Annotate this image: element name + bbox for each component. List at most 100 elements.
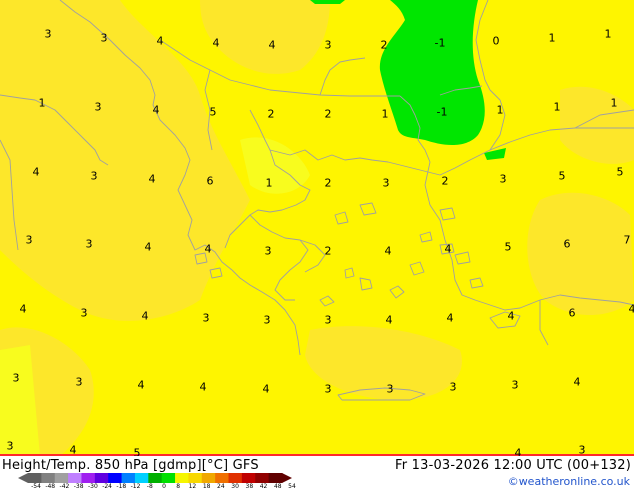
contour-value-label: 3 <box>387 384 394 395</box>
contour-value-label: 7 <box>624 235 631 246</box>
footer-bar: Height/Temp. 850 hPa [gdmp][°C] GFS Fr 1… <box>0 456 634 490</box>
contour-value-label: 3 <box>325 315 332 326</box>
contour-value-label: 5 <box>617 167 624 178</box>
scale-tick-label: 30 <box>231 484 239 490</box>
contour-value-label: 1 <box>611 98 618 109</box>
contour-value-label: 4 <box>205 244 212 255</box>
contour-value-label: 2 <box>442 176 449 187</box>
color-scale-ticks: -54-48-42-38-30-24-18-12-808121824303842… <box>18 484 294 492</box>
scale-tick-label: -54 <box>31 484 41 490</box>
contour-value-label: 4 <box>385 246 392 257</box>
scale-swatch <box>68 473 82 483</box>
contour-value-label: 4 <box>157 36 164 47</box>
scale-swatch <box>81 473 95 483</box>
contour-value-label: 0 <box>493 36 500 47</box>
contour-value-label: 5 <box>210 107 217 118</box>
contour-value-label: 1 <box>382 109 389 120</box>
contour-value-label: 2 <box>325 178 332 189</box>
contour-value-label: 4 <box>574 377 581 388</box>
contour-value-label: 5 <box>134 448 141 457</box>
scale-tick-label: -38 <box>74 484 84 490</box>
contour-value-label: 3 <box>26 235 33 246</box>
contour-value-label: 3 <box>450 382 457 393</box>
scale-tick-label: 12 <box>189 484 197 490</box>
contour-value-label: 1 <box>549 33 556 44</box>
contour-value-label: 2 <box>325 246 332 257</box>
scale-swatch <box>229 473 243 483</box>
scale-swatch <box>269 473 283 483</box>
scale-tick-label: 18 <box>203 484 211 490</box>
contour-value-label: 2 <box>268 109 275 120</box>
contour-value-label: 3 <box>101 33 108 44</box>
weather-map: 3 3 4 4 4 3 2 -1 0 1 1 1 3 4 5 2 2 1 -1 1 1 1 4 3 4 6 1 2 3 2 3 5 5 3 3 4 4 3… <box>0 0 634 456</box>
contour-value-label: 3 <box>13 373 20 384</box>
scale-tick-label: -24 <box>102 484 112 490</box>
scale-swatch <box>55 473 69 483</box>
scale-swatch <box>162 473 176 483</box>
scale-right-arrow <box>282 473 292 483</box>
contour-value-label: 1 <box>266 178 273 189</box>
contour-value-label: 1 <box>497 105 504 116</box>
scale-tick-label: 54 <box>288 484 296 490</box>
contour-value-label: 4 <box>33 167 40 178</box>
credit-link[interactable]: ©weatheronline.co.uk <box>508 475 630 488</box>
contour-value-label: 3 <box>579 445 586 456</box>
contour-value-label: 2 <box>381 40 388 51</box>
contour-value-label: 3 <box>203 313 210 324</box>
scale-tick-label: 38 <box>246 484 254 490</box>
contour-value-label: 4 <box>263 384 270 395</box>
scale-tick-label: 48 <box>274 484 282 490</box>
contour-value-label: 3 <box>76 377 83 388</box>
scale-swatch <box>255 473 269 483</box>
contour-value-label: 4 <box>445 244 452 255</box>
contour-value-label: 3 <box>264 315 271 326</box>
scale-swatch <box>122 473 136 483</box>
contour-value-label: 4 <box>213 38 220 49</box>
scale-tick-label: 42 <box>260 484 268 490</box>
contour-value-label: 4 <box>508 311 515 322</box>
scale-tick-label: -8 <box>147 484 153 490</box>
scale-tick-label: -42 <box>60 484 70 490</box>
contour-value-label: 3 <box>383 178 390 189</box>
scale-swatch <box>28 473 42 483</box>
scale-swatch <box>175 473 189 483</box>
contour-value-label: 4 <box>149 174 156 185</box>
scale-swatch <box>202 473 216 483</box>
contour-value-label: 4 <box>20 304 27 315</box>
contour-value-label: 3 <box>86 239 93 250</box>
contour-value-label: -1 <box>437 107 448 118</box>
contour-value-label: 4 <box>142 311 149 322</box>
contour-value-label: 2 <box>325 109 332 120</box>
contour-value-label: 5 <box>559 171 566 182</box>
forecast-time: Fr 13-03-2026 12:00 UTC (00+132) <box>395 458 631 473</box>
contour-value-label: -1 <box>435 38 446 49</box>
contour-value-label: 3 <box>7 441 14 452</box>
contour-value-label: 4 <box>269 40 276 51</box>
contour-value-label: 1 <box>554 102 561 113</box>
contour-value-label: 3 <box>45 29 52 40</box>
map-title: Height/Temp. 850 hPa [gdmp][°C] GFS <box>2 458 259 473</box>
contour-value-label: 1 <box>605 29 612 40</box>
scale-swatch <box>188 473 202 483</box>
contour-value-label: 4 <box>70 445 77 456</box>
contour-value-label: 4 <box>145 242 152 253</box>
scale-swatch <box>242 473 256 483</box>
contour-value-label: 3 <box>325 384 332 395</box>
color-scale <box>18 473 292 483</box>
contour-value-label: 3 <box>81 308 88 319</box>
scale-tick-label: -12 <box>131 484 141 490</box>
scale-tick-label: 24 <box>217 484 225 490</box>
contour-value-label: 5 <box>505 242 512 253</box>
scale-swatch <box>108 473 122 483</box>
contour-value-label: 4 <box>386 315 393 326</box>
contour-value-label: 4 <box>153 105 160 116</box>
contour-value-label: 3 <box>512 380 519 391</box>
scale-tick-label: -30 <box>88 484 98 490</box>
contour-value-label: 4 <box>447 313 454 324</box>
scale-swatch <box>215 473 229 483</box>
scale-left-arrow <box>18 473 28 483</box>
contour-value-label: 6 <box>207 176 214 187</box>
contour-value-label: 1 <box>39 98 46 109</box>
contour-value-label: 3 <box>500 174 507 185</box>
contour-value-label: 6 <box>564 239 571 250</box>
